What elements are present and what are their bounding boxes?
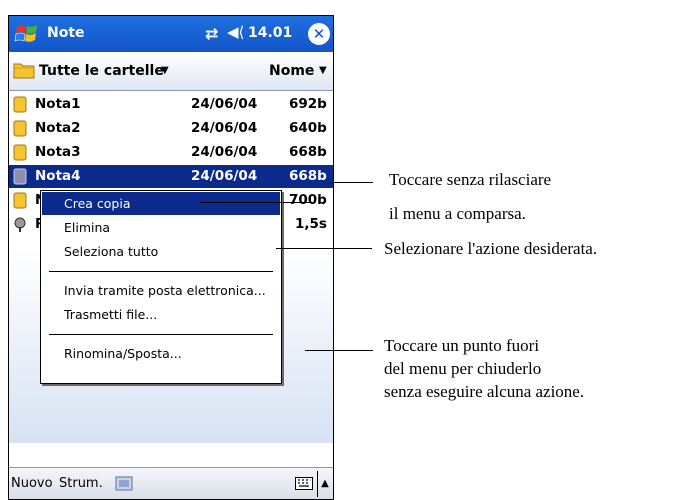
file-date: 24/06/04 bbox=[191, 96, 258, 112]
file-name: Nota1 bbox=[35, 96, 81, 112]
annotation-leader bbox=[276, 248, 372, 249]
callout-select-action: Selezionare l'azione desiderata. bbox=[384, 239, 598, 258]
note-icon bbox=[13, 120, 27, 137]
chevron-up-icon[interactable]: ▲ bbox=[317, 471, 332, 497]
tools-menu[interactable]: Strum. bbox=[59, 476, 103, 491]
menu-item-label: Rinomina/Sposta... bbox=[64, 346, 182, 361]
note-icon bbox=[13, 192, 27, 209]
title-bar: Note ⇄ ◀⟨ 14.01 ✕ bbox=[9, 16, 333, 52]
annotation-leader bbox=[305, 350, 373, 351]
close-button[interactable]: ✕ bbox=[308, 23, 330, 45]
sip-icon[interactable] bbox=[115, 476, 133, 491]
menu-item-send-email[interactable]: Invia tramite posta elettronica... bbox=[42, 279, 280, 302]
sync-arrows-icon[interactable]: ⇄ bbox=[205, 24, 218, 43]
keyboard-icon[interactable] bbox=[295, 477, 313, 490]
file-date: 24/06/04 bbox=[191, 120, 258, 136]
new-button[interactable]: Nuovo bbox=[11, 476, 53, 491]
file-size: 700b bbox=[289, 192, 327, 208]
pocket-pc-screen: Note ⇄ ◀⟨ 14.01 ✕ Tutte le cartelle ▼ No… bbox=[8, 15, 334, 500]
menu-item-beam-file[interactable]: Trasmetti file... bbox=[42, 303, 280, 326]
menu-divider bbox=[49, 334, 273, 335]
note-icon bbox=[13, 96, 27, 113]
annotation-leader bbox=[331, 182, 373, 183]
callout-close-2: del menu per chiuderlo bbox=[384, 359, 542, 378]
command-bar: Nuovo Strum. ▲ bbox=[9, 467, 333, 499]
list-item[interactable]: Nota3 24/06/04 668b bbox=[9, 141, 333, 164]
chevron-down-icon[interactable]: ▼ bbox=[319, 65, 327, 76]
note-icon bbox=[13, 144, 27, 161]
app-title: Note bbox=[47, 25, 85, 41]
file-list: Nota1 24/06/04 692b Nota2 24/06/04 640b … bbox=[9, 91, 333, 443]
menu-item-label: Trasmetti file... bbox=[64, 307, 158, 322]
recording-icon bbox=[14, 217, 26, 232]
file-size: 692b bbox=[289, 96, 327, 112]
folder-icon bbox=[13, 63, 35, 79]
annotation-leader bbox=[200, 202, 310, 203]
menu-item-delete[interactable]: Elimina bbox=[42, 216, 280, 239]
list-item-selected[interactable]: Nota4 24/06/04 668b bbox=[9, 165, 333, 188]
file-name: Nota4 bbox=[35, 168, 81, 184]
callout-close-3: senza eseguire alcuna azione. bbox=[384, 382, 585, 401]
menu-item-copy[interactable]: Crea copia bbox=[42, 192, 280, 215]
file-size: 668b bbox=[289, 168, 327, 184]
menu-item-label: Seleziona tutto bbox=[64, 244, 159, 259]
file-name: Nota3 bbox=[35, 144, 81, 160]
windows-flag-icon[interactable] bbox=[14, 21, 40, 47]
menu-item-rename-move[interactable]: Rinomina/Sposta... bbox=[42, 342, 280, 365]
menu-item-select-all[interactable]: Seleziona tutto bbox=[42, 240, 280, 263]
folder-bar: Tutte le cartelle ▼ Nome ▼ bbox=[9, 52, 333, 91]
callout-close-1: Toccare un punto fuori bbox=[384, 336, 540, 355]
file-size: 1,5s bbox=[295, 216, 327, 232]
clock[interactable]: 14.01 bbox=[248, 25, 292, 41]
callout-tap-hold-2: il menu a comparsa. bbox=[389, 204, 526, 223]
note-icon bbox=[13, 168, 27, 185]
file-date: 24/06/04 bbox=[191, 168, 258, 184]
file-date: 24/06/04 bbox=[191, 144, 258, 160]
list-item[interactable]: Nota1 24/06/04 692b bbox=[9, 93, 333, 116]
menu-item-label: Crea copia bbox=[64, 196, 131, 211]
speaker-icon[interactable]: ◀⟨ bbox=[227, 23, 244, 41]
context-menu: Crea copia Elimina Seleziona tutto Invia… bbox=[40, 190, 282, 384]
folder-dropdown[interactable]: Tutte le cartelle bbox=[39, 63, 164, 79]
menu-divider bbox=[49, 271, 273, 272]
callout-tap-hold-1: Toccare senza rilasciare bbox=[389, 170, 552, 189]
menu-item-label: Elimina bbox=[64, 220, 111, 235]
sort-dropdown[interactable]: Nome bbox=[269, 63, 314, 79]
file-size: 668b bbox=[289, 144, 327, 160]
menu-item-label: Invia tramite posta elettronica... bbox=[64, 283, 266, 298]
chevron-down-icon[interactable]: ▼ bbox=[161, 65, 169, 76]
file-name: Nota2 bbox=[35, 120, 81, 136]
list-item[interactable]: Nota2 24/06/04 640b bbox=[9, 117, 333, 140]
file-size: 640b bbox=[289, 120, 327, 136]
